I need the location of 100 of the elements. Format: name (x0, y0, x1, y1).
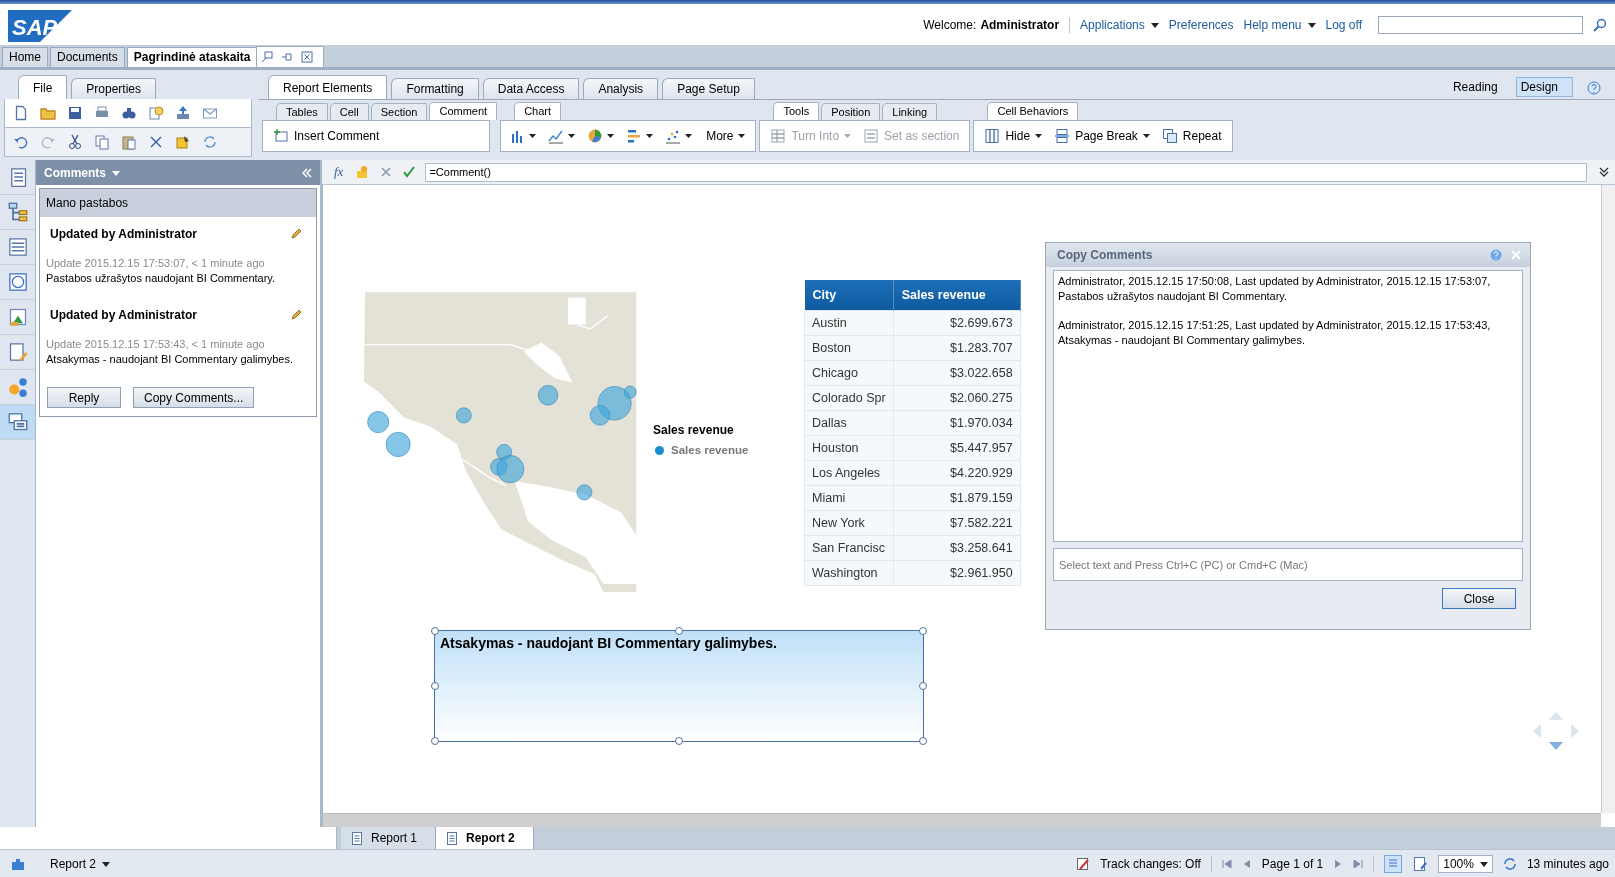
schedule-icon[interactable] (148, 105, 164, 121)
resize-handle[interactable] (919, 682, 927, 690)
pie-chart-icon[interactable] (587, 128, 604, 144)
view-mode-button[interactable]: Design (1515, 76, 1573, 97)
ribbon-tab[interactable]: Page Setup (662, 78, 755, 99)
line-chart-icon[interactable] (548, 128, 565, 144)
resize-handle[interactable] (431, 627, 439, 635)
ribbon-tab[interactable]: Formatting (391, 78, 479, 99)
document-tab[interactable]: Home (2, 47, 48, 67)
scroll-down-icon[interactable] (1549, 742, 1563, 750)
resize-handle[interactable] (431, 737, 439, 745)
header-link[interactable]: Preferences (1168, 17, 1234, 32)
ribbon-tab[interactable]: Report Elements (268, 75, 388, 99)
caret-icon[interactable] (646, 134, 654, 138)
toolbar-button[interactable]: Insert Comment (271, 128, 382, 144)
save-icon[interactable] (67, 105, 83, 121)
check-icon[interactable] (403, 166, 416, 178)
legend-title: Sales revenue (653, 423, 735, 437)
comments-text-area[interactable]: Administrator, 2015.12.15 17:50:08, Last updated by Administrator, 2015.12.15 17:53:07, Pastabos užrašytos naudojant BI Commentary. Administrator, 2015.12.15 17:51:25, Last updated by Administrator, 2015.12.15 17:53:43, Atsakymas - naudojant BI Commentary galimybes. (1053, 270, 1523, 542)
folder-icon[interactable] (40, 105, 56, 121)
vertical-scrollbar[interactable] (1601, 185, 1615, 813)
collapse-icon[interactable] (302, 167, 312, 178)
horizontal-bar-icon[interactable] (626, 128, 643, 144)
toolbar-button[interactable]: Repeat (1159, 128, 1224, 144)
report-selector[interactable]: Report 2 (50, 856, 111, 871)
comment-box[interactable]: Atsakymas - naudojant BI Commentary galimybes. (434, 630, 924, 742)
toolbar-button[interactable]: More (704, 129, 748, 143)
panel-button[interactable]: Copy Comments... (133, 387, 255, 408)
document-tab[interactable]: Pagrindinė ataskaita (126, 47, 258, 67)
horizontal-scrollbar[interactable] (323, 813, 1601, 827)
resize-handle[interactable] (675, 627, 683, 635)
draft-view-icon[interactable] (1412, 855, 1429, 872)
view-mode-button[interactable]: Reading (1448, 77, 1512, 96)
database-icon[interactable] (175, 134, 191, 150)
caret-icon[interactable] (607, 134, 615, 138)
panel-button[interactable]: Reply (47, 387, 121, 408)
new-document-icon[interactable] (13, 105, 29, 121)
formula-field[interactable]: =Comment() (425, 162, 1587, 182)
pencil-icon[interactable] (290, 309, 302, 321)
export-icon[interactable] (175, 105, 191, 121)
pin-icon[interactable] (281, 51, 294, 63)
caret-icon[interactable] (685, 134, 693, 138)
caret-icon (844, 134, 852, 138)
comments-button[interactable] (0, 405, 35, 440)
table-cell: New York (804, 510, 894, 536)
resize-handle[interactable] (675, 737, 683, 745)
ribbon-tab[interactable]: File (18, 75, 68, 99)
resize-handle[interactable] (919, 627, 927, 635)
sub-tab[interactable]: Position (821, 103, 881, 120)
caret-icon (738, 134, 746, 138)
sub-tab[interactable]: Section (370, 103, 428, 120)
ribbon-tab[interactable]: Properties (71, 78, 157, 99)
report-tab[interactable]: Report 2 (436, 827, 534, 849)
search-field[interactable] (1378, 15, 1583, 34)
table-cell: $1.879.159 (893, 485, 1021, 511)
cut-icon[interactable] (67, 134, 83, 150)
copy-icon[interactable] (94, 134, 110, 150)
sub-tab[interactable]: Cell (329, 103, 369, 120)
close-button[interactable]: Close (1442, 588, 1516, 609)
close-icon[interactable] (301, 51, 314, 63)
table-cell: $3.022.658 (893, 360, 1021, 386)
last-page-icon[interactable] (1353, 858, 1364, 869)
hint-field[interactable]: Select text and Press Ctrl+C (PC) or Cmd+C (Mac) (1053, 548, 1523, 581)
header-link[interactable]: Applications (1080, 17, 1159, 32)
search-icon[interactable] (1593, 17, 1607, 32)
first-page-icon[interactable] (1221, 858, 1232, 869)
mail-icon[interactable] (202, 105, 218, 121)
undo-icon[interactable] (13, 134, 29, 150)
sub-tab[interactable]: Linking (882, 103, 938, 120)
document-tab[interactable]: Documents (50, 47, 125, 67)
sub-tab[interactable]: Tools (773, 102, 820, 120)
refresh-icon[interactable] (1502, 856, 1517, 871)
caret-icon[interactable] (568, 134, 576, 138)
resize-handle[interactable] (919, 737, 927, 745)
ribbon-tab[interactable]: Data Access (482, 78, 580, 99)
sub-tab[interactable]: Comment (429, 102, 498, 120)
pencil-icon[interactable] (290, 228, 302, 240)
header-link[interactable]: Help menu (1243, 17, 1316, 32)
scatter-chart-icon[interactable] (665, 128, 682, 144)
toolbar-button[interactable]: Hide (982, 128, 1045, 144)
resize-handle[interactable] (431, 682, 439, 690)
refresh-icon[interactable] (202, 134, 218, 150)
detach-icon[interactable] (261, 51, 274, 63)
paste-icon[interactable] (121, 134, 137, 150)
page-view-icon[interactable] (1384, 854, 1403, 873)
bubble-marker (576, 484, 593, 501)
header-link[interactable]: Log off (1325, 17, 1362, 32)
delete-icon[interactable] (148, 134, 164, 150)
binoculars-icon[interactable] (121, 105, 137, 121)
sub-tab[interactable]: Tables (276, 103, 328, 120)
caret-icon[interactable] (529, 134, 537, 138)
sub-tab[interactable]: Chart (514, 102, 562, 120)
zoom-dropdown[interactable]: 100% (1438, 854, 1493, 873)
report-tab[interactable]: Report 1 (341, 827, 437, 849)
ribbon-tab[interactable]: Analysis (583, 78, 659, 99)
expand-icon[interactable] (1599, 167, 1609, 177)
track-changes-status[interactable]: Track changes: Off (1100, 856, 1201, 871)
toolbar-button[interactable]: Page Break (1052, 128, 1152, 144)
cancel-icon[interactable] (381, 167, 392, 177)
sub-tab[interactable]: Cell Behaviors (987, 102, 1079, 120)
